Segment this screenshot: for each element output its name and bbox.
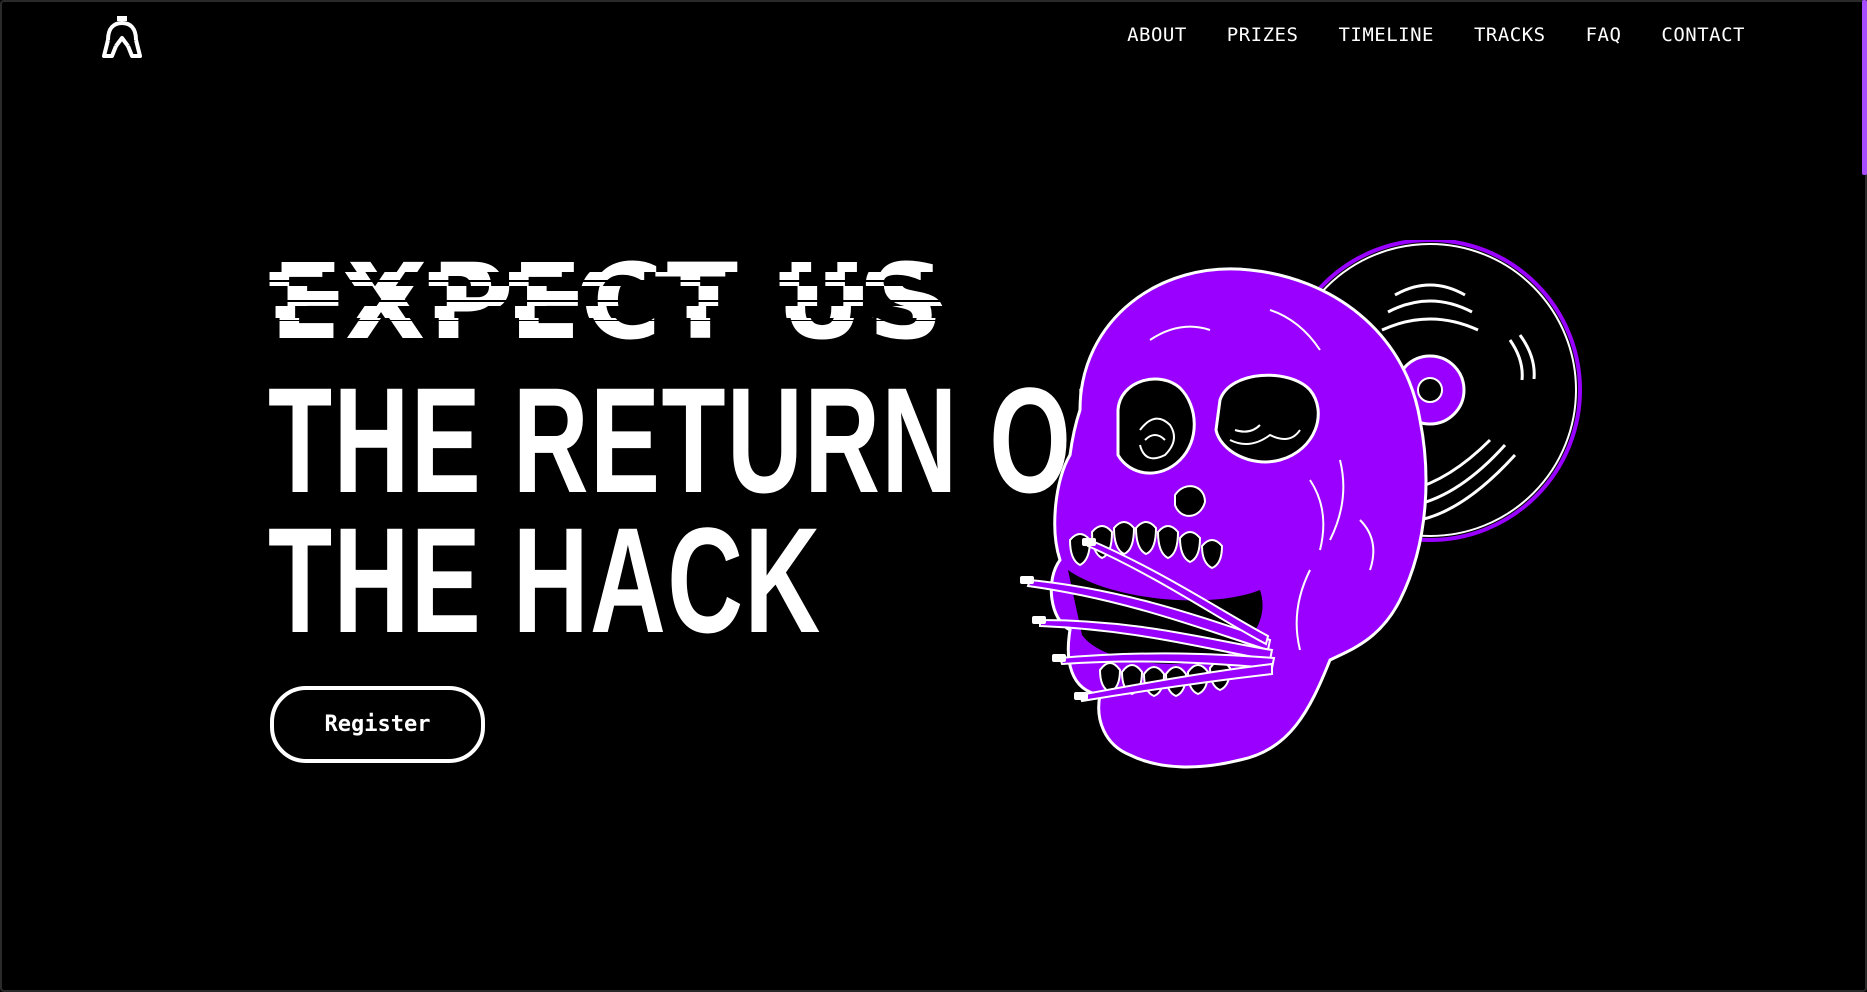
nav-timeline[interactable]: TIMELINE bbox=[1338, 24, 1434, 46]
headline-line-2: THE HACK bbox=[268, 496, 822, 664]
glitch-title: EXPECT US EXPECT US EXPECT US EXPECT US … bbox=[258, 250, 1018, 350]
nav-about[interactable]: ABOUT bbox=[1127, 24, 1187, 46]
hacker-emblem-icon[interactable] bbox=[100, 14, 144, 60]
nav-contact[interactable]: CONTACT bbox=[1661, 24, 1745, 46]
skull-vinyl-illustration bbox=[1020, 240, 1582, 769]
register-button[interactable]: Register bbox=[270, 686, 485, 763]
scrollbar-thumb[interactable] bbox=[1862, 0, 1867, 175]
main-nav: ABOUT PRIZES TIMELINE TRACKS FAQ CONTACT bbox=[1127, 24, 1745, 46]
nav-tracks[interactable]: TRACKS bbox=[1474, 24, 1546, 46]
hero-headline: THE RETURN OF THE HACK bbox=[268, 365, 1138, 655]
nav-prizes[interactable]: PRIZES bbox=[1227, 24, 1299, 46]
nav-faq[interactable]: FAQ bbox=[1586, 24, 1622, 46]
